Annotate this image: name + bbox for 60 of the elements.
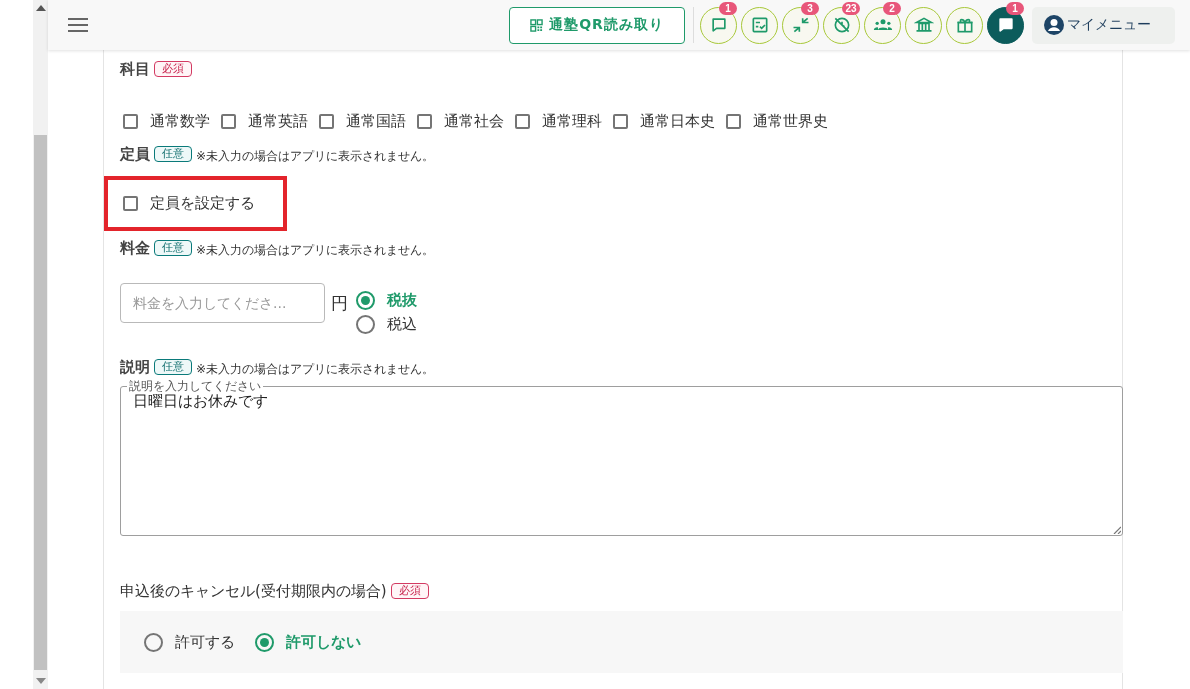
hint-text: ※未入力の場合はアプリに表示されません。 (196, 242, 435, 259)
text-value: 日曜日はお休みです (133, 392, 269, 411)
field-label: 定員 (120, 144, 150, 164)
description-text-area[interactable]: 説明を入力してください 日曜日はお休みです (120, 380, 1123, 536)
user-avatar-icon (1044, 15, 1064, 35)
building-icon (913, 15, 934, 35)
count-badge: 1 (1006, 1, 1024, 15)
checkbox-label[interactable]: 通常数学 (150, 112, 210, 131)
checkbox[interactable] (123, 114, 138, 129)
optional-tag: 任意 (154, 359, 192, 375)
scroll-down-icon[interactable] (35, 678, 46, 684)
radio-label[interactable]: 税込 (387, 314, 417, 334)
checkbox-label[interactable]: 通常世界史 (753, 112, 828, 131)
scroll-up-icon[interactable] (35, 5, 46, 11)
price-input-field[interactable]: 料金を入力してくださ... (120, 283, 325, 323)
radio-button[interactable] (356, 314, 375, 334)
toolbar-button[interactable] (905, 6, 942, 44)
count-badge: 2 (883, 1, 901, 15)
required-tag: 必須 (154, 61, 192, 77)
checkbox-label[interactable]: 通常国語 (346, 112, 406, 131)
radio-label[interactable]: 許可する (175, 632, 235, 652)
scrollbar-thumb[interactable] (34, 135, 47, 670)
checkbox[interactable] (417, 114, 432, 129)
toolbar-button[interactable] (741, 6, 778, 44)
checkbox[interactable] (726, 114, 741, 129)
radio-label[interactable]: 税抜 (387, 290, 417, 310)
field-label: 料金 (120, 238, 150, 258)
field-label: 説明 (120, 357, 150, 377)
qr-scan-button[interactable]: 通塾QR読み取り (509, 6, 685, 44)
radio-button[interactable] (144, 632, 163, 652)
checkbox[interactable] (319, 114, 334, 129)
checkbox[interactable] (123, 196, 138, 211)
optional-tag: 任意 (154, 240, 192, 256)
checkbox-label[interactable]: 通常理科 (542, 112, 602, 131)
hint-text: ※未入力の場合はアプリに表示されません。 (196, 148, 435, 165)
field-label: 申込後のキャンセル(受付期限内の場合) (120, 581, 387, 601)
menu-icon[interactable] (68, 18, 88, 32)
optional-tag: 任意 (154, 146, 192, 162)
resize-grip-icon[interactable] (1113, 526, 1121, 534)
count-badge: 1 (719, 1, 737, 15)
my-menu-button[interactable]: マイメニュー (1032, 6, 1175, 44)
checkbox[interactable] (221, 114, 236, 129)
count-badge: 3 (801, 1, 819, 15)
field-label: 科目 (120, 59, 150, 79)
required-tag: 必須 (390, 583, 429, 599)
checkbox-label[interactable]: 通常日本史 (640, 112, 715, 131)
floating-label: 説明を入力してください (128, 380, 262, 392)
checkbox[interactable] (613, 114, 628, 129)
unit-label: 円 (331, 292, 348, 315)
checkbox-label[interactable]: 定員を設定する (150, 194, 255, 213)
checkbox-label[interactable]: 通常英語 (248, 112, 308, 131)
count-badge: 23 (842, 1, 860, 15)
checkbox[interactable] (515, 114, 530, 129)
scrollbar[interactable] (33, 0, 48, 689)
qr-code-icon (530, 18, 544, 32)
hint-text: ※未入力の場合はアプリに表示されません。 (196, 361, 435, 378)
radio-button[interactable] (255, 632, 274, 652)
radio-button[interactable] (356, 290, 375, 310)
checkbox-label[interactable]: 通常社会 (444, 112, 504, 131)
toolbar-button[interactable] (946, 6, 983, 44)
